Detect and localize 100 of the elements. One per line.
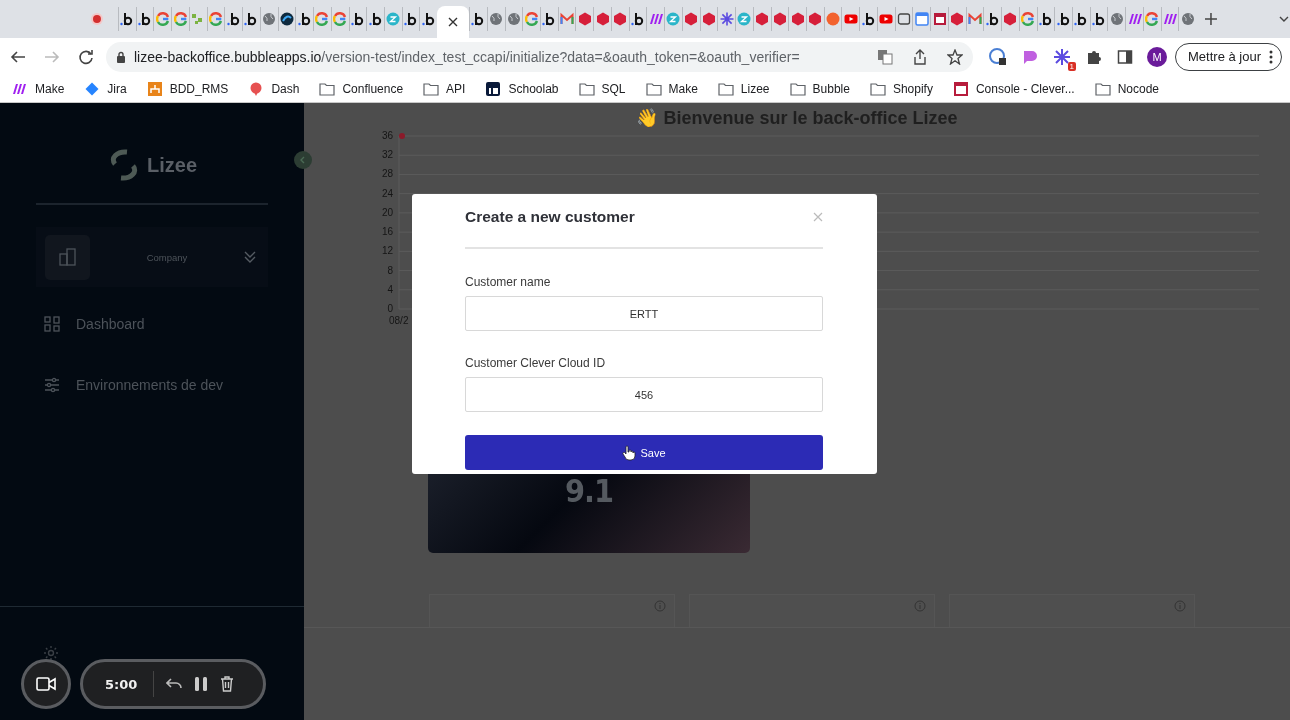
undo-button[interactable] <box>166 677 182 691</box>
building-icon <box>58 248 77 266</box>
score-value: 9.1 <box>565 472 613 512</box>
google-logo-icon <box>333 12 348 26</box>
grid-icon <box>44 315 60 332</box>
make-logo-icon <box>648 12 663 26</box>
bookmark[interactable]: Dash <box>248 81 300 96</box>
bookmark[interactable]: API <box>423 81 466 96</box>
bubble-logo-icon <box>1038 12 1053 26</box>
bookmark[interactable]: BDD_RMS <box>146 81 229 96</box>
recording-timer: 5:00 <box>105 676 139 692</box>
reload-icon[interactable] <box>78 48 94 65</box>
settings-icon[interactable] <box>43 645 59 661</box>
make-logo-icon <box>12 81 28 96</box>
calendar-icon <box>914 12 929 26</box>
input-field[interactable]: 456 <box>465 377 823 412</box>
google-logo-icon <box>1145 12 1160 26</box>
url-path: /version-test/index_test_ccapi/initialize?data=&oauth_token=&oauth_verifier= <box>321 48 801 65</box>
hexagon-icon <box>595 12 610 26</box>
hexagon-icon <box>684 12 699 26</box>
sunburst-icon <box>719 12 734 26</box>
bookmark[interactable]: Schoolab <box>485 81 559 96</box>
browser-tab[interactable] <box>1054 7 1072 31</box>
url-host: lizee-backoffice.bubbleapps.io <box>134 48 322 65</box>
bubble-logo-icon <box>471 12 486 26</box>
translate-icon[interactable] <box>877 48 893 65</box>
bookmark[interactable]: Shopify <box>869 81 933 96</box>
side-panel-icon[interactable] <box>1117 48 1133 65</box>
video-camera-icon <box>36 677 56 691</box>
logo-text: Lizee <box>147 153 197 177</box>
save-button[interactable]: Save <box>465 435 823 470</box>
bubble-logo-icon <box>861 12 876 26</box>
hexagon-icon <box>1003 12 1018 26</box>
address-bar[interactable]: lizee-backoffice.bubbleapps.io/version-test/index_test_ccapi/initialize?data=&oauth_token=&oauth_verifier= <box>106 41 973 72</box>
bubble-logo-icon <box>350 12 365 26</box>
play-icon <box>879 12 894 26</box>
hexagon-icon <box>772 12 787 26</box>
close-icon <box>448 17 459 27</box>
axis-tick-label: 12 <box>381 245 393 257</box>
hexagon-icon <box>613 12 628 26</box>
browser-tab[interactable] <box>930 7 948 31</box>
browser-tab[interactable] <box>859 7 877 31</box>
bubble-logo-icon <box>1074 12 1089 26</box>
globe-icon <box>506 12 521 26</box>
google-logo-icon <box>524 12 539 26</box>
back-arrow-icon[interactable] <box>10 48 26 65</box>
hexagon-icon <box>950 12 965 26</box>
globe-icon <box>262 12 277 26</box>
profile-avatar[interactable]: M <box>1147 46 1167 67</box>
share-icon[interactable] <box>913 48 927 65</box>
plus-icon[interactable] <box>1204 12 1219 26</box>
bookmark[interactable]: Lizee <box>717 81 770 96</box>
folder-icon <box>1094 81 1111 96</box>
data-point <box>399 133 405 139</box>
bubble-logo-icon <box>226 12 241 26</box>
hexagon-icon <box>790 12 805 26</box>
browser-tab[interactable] <box>894 7 913 31</box>
bookmark[interactable]: Make <box>645 81 698 96</box>
folder-icon <box>319 81 336 96</box>
mail-icon <box>560 12 575 26</box>
bubble-logo-icon <box>244 12 259 26</box>
globe-icon <box>1180 12 1195 26</box>
z-logo-icon <box>737 12 752 26</box>
extension-icon[interactable] <box>989 47 1007 66</box>
bookmark[interactable]: Jira <box>84 81 127 96</box>
bookmark[interactable]: Console - Clever... <box>952 81 1075 96</box>
pause-button[interactable] <box>194 676 208 692</box>
globe-icon <box>1109 12 1124 26</box>
mail-icon <box>967 12 982 26</box>
frame-icon <box>897 12 912 26</box>
bookmark[interactable]: Nocode <box>1094 81 1160 96</box>
input-field[interactable]: ERTT <box>465 296 823 331</box>
pause-icon <box>194 676 208 692</box>
make-logo-icon <box>1127 12 1142 26</box>
browser-tab[interactable] <box>366 7 384 31</box>
hexagon-icon <box>808 12 823 26</box>
chevron-left-icon <box>299 156 307 164</box>
bookmark[interactable]: SQL <box>578 81 626 96</box>
google-logo-icon <box>173 12 188 26</box>
hexagon-icon <box>701 12 716 26</box>
bookmark[interactable]: Bubble <box>789 81 850 96</box>
sliders-icon <box>44 376 60 393</box>
google-logo-icon <box>209 12 223 26</box>
delete-button[interactable] <box>220 676 234 692</box>
hexagon-icon <box>577 12 592 26</box>
browser-tab[interactable] <box>277 7 296 31</box>
dialog-title: Create a new customer <box>465 207 635 226</box>
notification-badge: 1 <box>1067 61 1076 71</box>
lock-icon <box>116 50 126 63</box>
undo-icon <box>166 677 182 691</box>
dark-circle-icon <box>279 12 294 26</box>
folder-icon <box>717 81 734 96</box>
star-icon[interactable] <box>947 48 963 65</box>
bookmark[interactable]: Make <box>12 81 65 96</box>
bubble-logo-icon <box>404 12 419 26</box>
bubble-logo-icon <box>297 12 312 26</box>
update-button[interactable]: Mettre à jour <box>1175 42 1282 71</box>
axis-tick-label: 4 <box>387 283 393 295</box>
extension-icon[interactable] <box>1053 47 1071 66</box>
bookmark[interactable]: Confluence <box>319 81 404 96</box>
